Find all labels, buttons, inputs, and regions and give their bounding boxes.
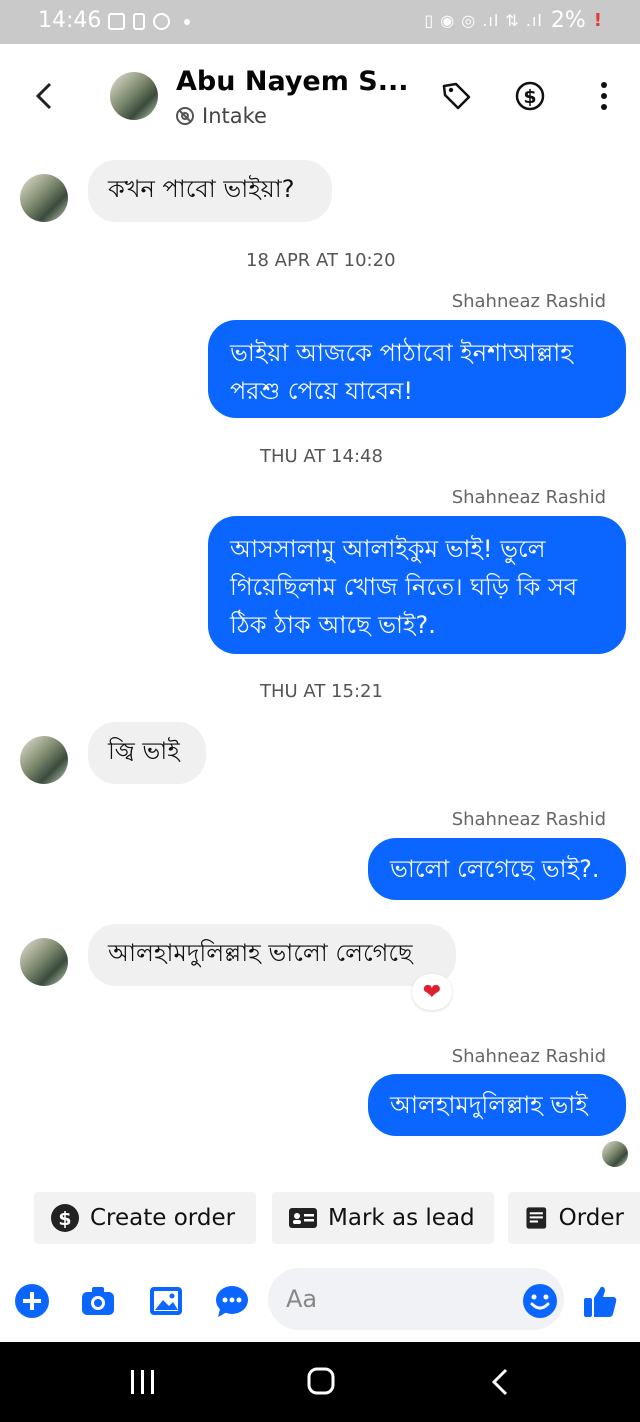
contact-label[interactable]: Intake bbox=[174, 104, 267, 128]
tag-icon[interactable] bbox=[440, 80, 472, 112]
message-line: ভাইয়া আজকে পাঠাবো ইনশাআল্লাহ bbox=[230, 339, 573, 367]
timestamp: 18 APR AT 10:20 bbox=[246, 250, 396, 271]
svg-text:$: $ bbox=[58, 1208, 71, 1230]
incoming-message[interactable]: জ্বি ভাই bbox=[88, 722, 206, 784]
signal-icon: ▯ ◉ ◎ .ıl ⇅ .ıl bbox=[424, 11, 543, 30]
incoming-message[interactable]: কখন পাবো ভাইয়া? bbox=[88, 160, 332, 222]
sender-avatar[interactable] bbox=[20, 938, 68, 986]
contact-avatar[interactable] bbox=[110, 72, 158, 120]
order-list-icon bbox=[526, 1207, 547, 1229]
conversation-header: Abu Nayem S... Intake $ bbox=[0, 44, 640, 148]
notification-dot-icon bbox=[184, 19, 190, 25]
contact-card-icon bbox=[289, 1208, 317, 1228]
outgoing-message[interactable]: ভালো লেগেছে ভাই?. bbox=[368, 838, 626, 900]
seen-avatar bbox=[602, 1141, 628, 1167]
dollar-icon: $ bbox=[51, 1204, 79, 1232]
order-label: Order bbox=[558, 1205, 624, 1231]
gallery-icon[interactable] bbox=[148, 1283, 184, 1319]
back-icon[interactable] bbox=[488, 1366, 514, 1398]
thumbs-up-icon[interactable] bbox=[582, 1283, 618, 1319]
label-text: Intake bbox=[202, 104, 267, 128]
message-input[interactable]: Aa bbox=[268, 1268, 564, 1330]
status-bar: 14:46 ▯ ◉ ◎ .ıl ⇅ .ıl 2% ! bbox=[0, 0, 640, 44]
outgoing-message[interactable]: আলহামদুলিল্লাহ ভাই bbox=[368, 1074, 626, 1136]
create-order-label: Create order bbox=[90, 1205, 236, 1231]
home-icon[interactable] bbox=[306, 1366, 336, 1396]
message-line: পরশু পেয়ে যাবেন! bbox=[230, 377, 413, 405]
mark-as-lead-label: Mark as lead bbox=[328, 1205, 475, 1231]
timestamp: THU AT 14:48 bbox=[260, 446, 383, 467]
timestamp: THU AT 15:21 bbox=[260, 681, 383, 702]
status-time: 14:46 bbox=[38, 8, 102, 33]
chat-bubble-icon[interactable] bbox=[214, 1283, 250, 1319]
intake-icon bbox=[176, 107, 194, 125]
dollar-icon[interactable]: $ bbox=[514, 80, 546, 112]
quick-actions: $ Create order Mark as lead Order bbox=[0, 1192, 640, 1244]
app-icon bbox=[153, 13, 170, 30]
outgoing-message[interactable]: ভাইয়া আজকে পাঠাবো ইনশাআল্লাহ পরশু পেয়ে… bbox=[208, 320, 626, 418]
message-line: আসসালামু আলাইকুম ভাই! ভুলে bbox=[230, 535, 546, 563]
more-options-icon[interactable] bbox=[588, 80, 620, 112]
gallery-icon bbox=[108, 13, 125, 30]
plus-icon[interactable] bbox=[14, 1283, 50, 1319]
incoming-message[interactable]: আলহামদুলিল্লাহ ভালো লেগেছে bbox=[88, 924, 456, 986]
sender-avatar[interactable] bbox=[20, 736, 68, 784]
sim-icon bbox=[133, 13, 145, 30]
heart-reaction-icon[interactable]: ❤ bbox=[412, 974, 452, 1010]
camera-icon[interactable] bbox=[80, 1283, 116, 1319]
svg-text:$: $ bbox=[523, 86, 536, 108]
order-button[interactable]: Order bbox=[508, 1192, 640, 1244]
battery-warning-icon: ! bbox=[593, 10, 602, 31]
recent-apps-icon[interactable] bbox=[128, 1368, 158, 1396]
status-right: ▯ ◉ ◎ .ıl ⇅ .ıl 2% ! bbox=[424, 8, 602, 33]
message-composer: Aa bbox=[0, 1266, 640, 1336]
sender-name: Shahneaz Rashid bbox=[451, 809, 606, 830]
battery-level: 2% bbox=[550, 8, 586, 33]
outgoing-message[interactable]: আসসালামু আলাইকুম ভাই! ভুলে গিয়েছিলাম খো… bbox=[208, 516, 626, 654]
emoji-icon[interactable] bbox=[522, 1283, 558, 1319]
contact-name[interactable]: Abu Nayem S... bbox=[176, 66, 409, 97]
create-order-button[interactable]: $ Create order bbox=[34, 1192, 256, 1244]
system-navigation-bar bbox=[0, 1342, 640, 1422]
sender-name: Shahneaz Rashid bbox=[451, 1046, 606, 1067]
sender-name: Shahneaz Rashid bbox=[451, 487, 606, 508]
back-arrow-icon[interactable] bbox=[30, 76, 60, 116]
message-line: গিয়েছিলাম খোজ নিতে। ঘড়ি কি সব bbox=[230, 573, 578, 601]
sender-name: Shahneaz Rashid bbox=[451, 291, 606, 312]
status-icons bbox=[108, 13, 190, 30]
sender-avatar[interactable] bbox=[20, 174, 68, 222]
mark-as-lead-button[interactable]: Mark as lead bbox=[272, 1192, 494, 1244]
message-line: ঠিক ঠাক আছে ভাই?. bbox=[230, 611, 436, 639]
